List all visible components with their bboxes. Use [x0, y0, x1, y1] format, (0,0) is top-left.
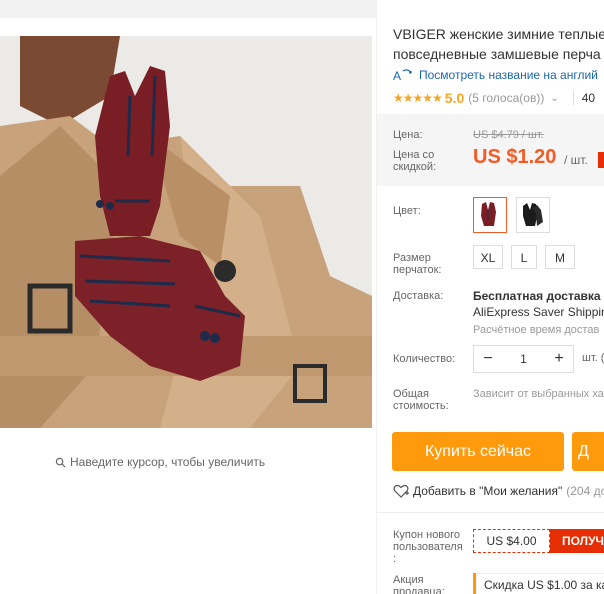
wishlist-text[interactable]: Добавить в "Мои желания" [413, 484, 562, 498]
discount-price-label-line-1: Цена со [393, 149, 435, 161]
color-option-burgundy[interactable] [473, 197, 507, 233]
get-coupon-button[interactable]: ПОЛУЧ [550, 529, 604, 553]
shipping-label: Доставка: [393, 290, 444, 302]
coupon-label-line-2: пользователя [393, 541, 463, 553]
shipping-estimate: Расчётное время достав [473, 324, 600, 336]
shipping-title: Бесплатная доставка в [473, 289, 604, 303]
quantity-input[interactable]: 1 [502, 352, 545, 366]
discount-badge [598, 152, 604, 168]
product-gallery: Наведите курсор, чтобы увеличить [0, 0, 376, 594]
size-label-line-2: перчаток: [393, 264, 442, 276]
total-label-line-2: стоимость: [393, 400, 449, 412]
promo-label-line-1: Акция [393, 574, 424, 586]
new-user-coupon-label: Купон нового пользователя : [393, 529, 463, 565]
chevron-down-icon[interactable]: ⌄ [550, 93, 558, 104]
quantity-unit: шт. (1 [582, 352, 604, 364]
quantity-label: Количество: [393, 353, 456, 365]
wishlist-link[interactable]: Добавить в "Мои желания" (204 до [393, 484, 604, 498]
rating-score: 5.0 [444, 90, 465, 106]
size-label: Размер перчаток: [393, 252, 441, 276]
coupon-value: US $4.00 [473, 529, 550, 553]
product-title: VBIGER женские зимние теплые повседневны… [393, 24, 604, 64]
discount-price-label: Цена со скидкой: [393, 149, 436, 173]
promo-label-line-2: продавца: [393, 586, 445, 594]
search-icon [55, 457, 66, 468]
total-label: Общая стоимость: [393, 388, 449, 412]
current-price: US $1.20 [473, 146, 557, 168]
product-photo-illustration [0, 36, 372, 428]
total-label-line-1: Общая [393, 388, 429, 400]
price-label: Цена: [393, 129, 423, 141]
shipping-service[interactable]: AliExpress Saver Shippin [473, 305, 604, 319]
size-option-m[interactable]: M [545, 245, 575, 269]
translate-title-link[interactable]: A Посмотреть название на англий [393, 68, 598, 82]
product-main-image[interactable] [0, 36, 372, 428]
quantity-decrease-button[interactable]: − [474, 350, 502, 368]
discount-price-label-line-2: скидкой: [393, 161, 437, 173]
gallery-top-bar [0, 0, 376, 18]
color-label: Цвет: [393, 205, 421, 217]
rating-row: ★★★★★ 5.0 (5 голоса(ов)) ⌄ 40 [393, 90, 595, 106]
quantity-increase-button[interactable]: + [545, 350, 573, 368]
translate-link-text[interactable]: Посмотреть название на англий [419, 68, 598, 82]
product-title-line-2: повседневные замшевые перча [393, 46, 601, 62]
svg-text:A: A [393, 69, 401, 82]
size-option-xl[interactable]: XL [473, 245, 503, 269]
translate-icon: A [393, 69, 412, 82]
total-note: Зависит от выбранных хар [473, 388, 604, 400]
star-icon: ★★★★★ [393, 91, 443, 105]
product-info-panel: VBIGER женские зимние теплые повседневны… [377, 0, 604, 594]
old-price: US $4.79 / шт. [473, 129, 544, 141]
coupon-label-line-1: Купон нового [393, 529, 461, 541]
coupon-label-line-3: : [393, 553, 397, 565]
seller-promo-label: Акция продавца: [393, 574, 445, 594]
zoom-hint-text: Наведите курсор, чтобы увеличить [70, 455, 266, 469]
black-gloves-thumb [523, 203, 543, 226]
rating-separator [572, 91, 574, 105]
seller-promo[interactable]: Скидка US $1.00 за ка [473, 573, 604, 594]
section-divider [377, 512, 604, 513]
size-label-line-1: Размер [393, 252, 431, 264]
orders-count: 40 [581, 91, 596, 105]
heart-plus-icon [393, 484, 409, 498]
burgundy-gloves-thumb [481, 202, 496, 226]
quantity-stepper: − 1 + [473, 345, 574, 373]
wishlist-count: (204 до [566, 484, 604, 498]
rating-votes[interactable]: (5 голоса(ов)) [468, 91, 544, 105]
price-unit: / шт. [564, 153, 588, 167]
size-option-l[interactable]: L [511, 245, 537, 269]
buy-now-button[interactable]: Купить сейчас [392, 432, 564, 471]
add-to-cart-button[interactable]: Д [572, 432, 604, 471]
zoom-hint: Наведите курсор, чтобы увеличить [55, 455, 265, 469]
product-title-line-1: VBIGER женские зимние теплые [393, 26, 604, 42]
color-option-black[interactable] [516, 197, 550, 233]
